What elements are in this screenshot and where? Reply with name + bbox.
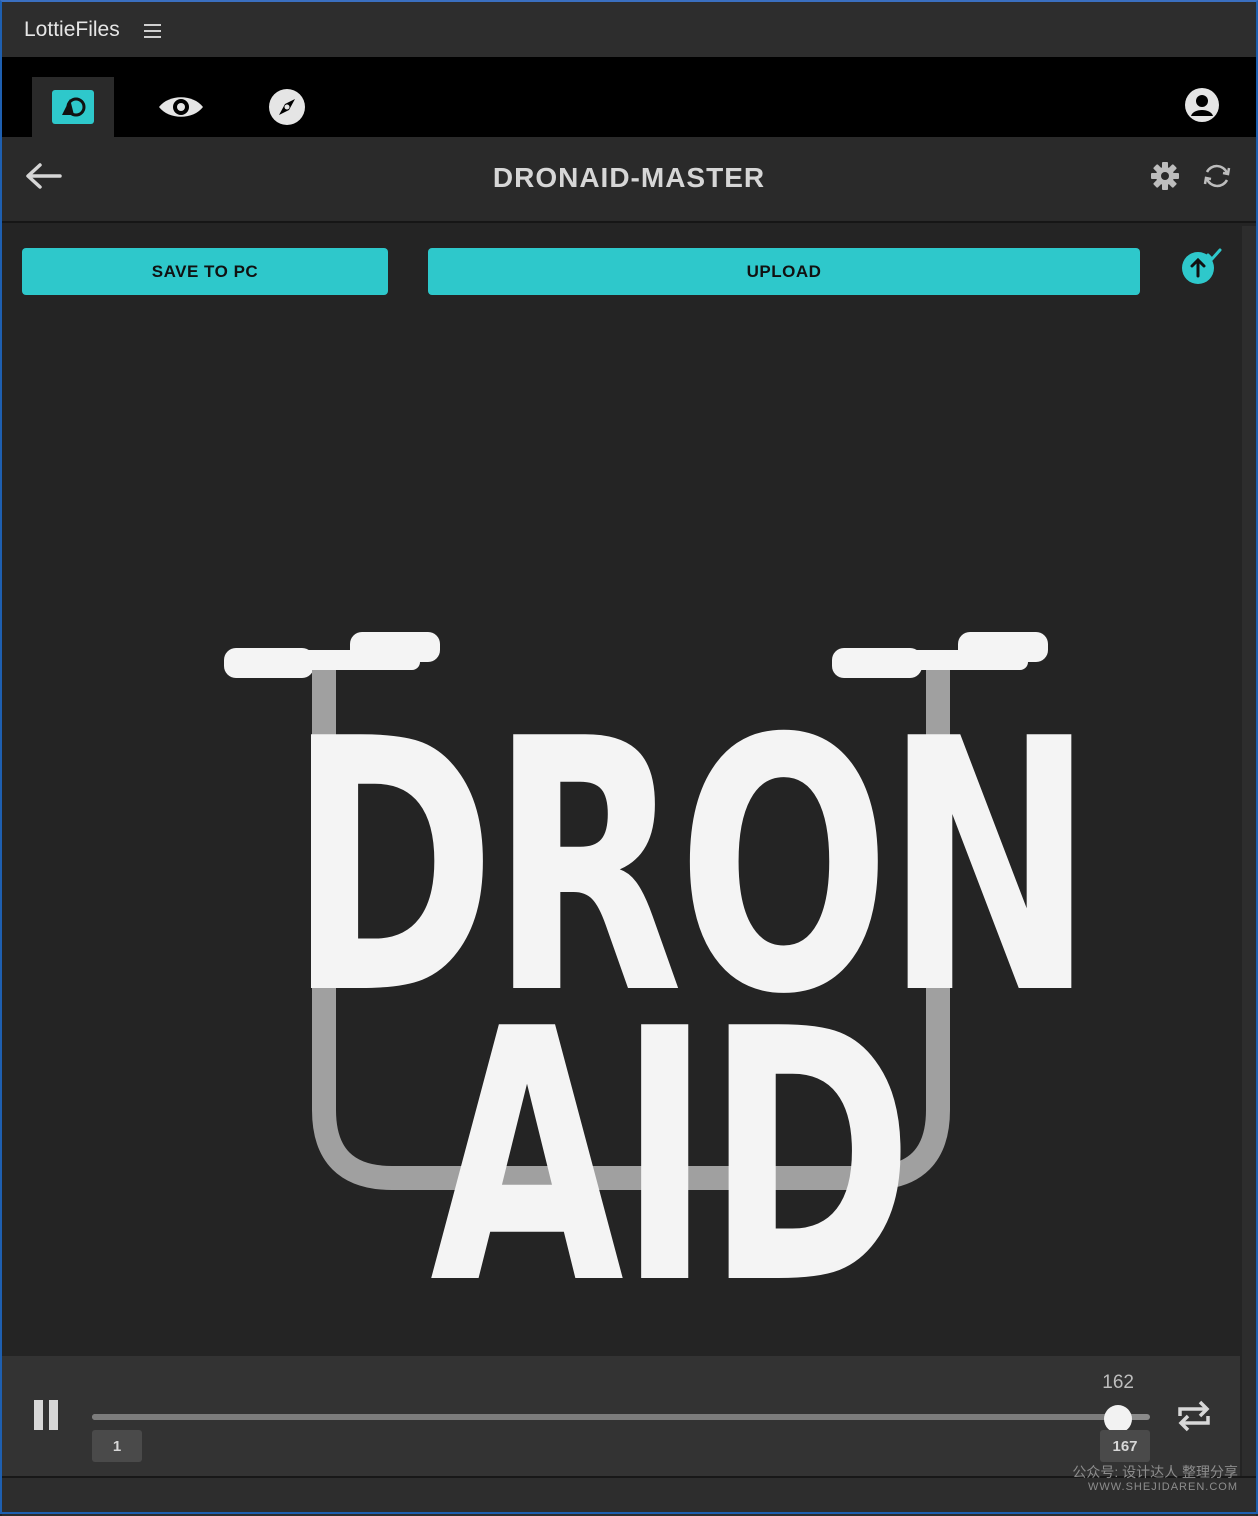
eye-icon <box>159 97 203 117</box>
upload-button[interactable]: UPLOAD <box>428 248 1140 295</box>
loop-icon[interactable] <box>1174 1396 1214 1436</box>
tab-bar <box>2 57 1256 137</box>
tab-preview[interactable] <box>140 77 222 137</box>
logo-text-aid: AID <box>430 956 914 1361</box>
animation-preview: DRON AID <box>200 600 1094 1333</box>
tab-plugin[interactable] <box>32 77 114 137</box>
refresh-icon[interactable] <box>1202 161 1232 191</box>
user-icon[interactable] <box>1184 87 1220 123</box>
watermark-title: 公众号: 设计达人 整理分享 <box>1072 1464 1238 1480</box>
project-title: DRONAID-MASTER <box>492 162 766 193</box>
save-to-pc-button[interactable]: SAVE TO PC <box>22 248 388 295</box>
project-header: DRONAID-MASTER <box>2 137 1256 223</box>
timeline-track[interactable] <box>92 1414 1150 1420</box>
upload-check-icon[interactable] <box>1178 246 1224 288</box>
watermark-url: WWW.SHEJIDAREN.COM <box>1088 1480 1238 1493</box>
timeline-thumb[interactable] <box>1104 1405 1133 1433</box>
compass-icon <box>269 89 305 125</box>
app-title: LottieFiles <box>24 18 120 41</box>
start-frame-badge[interactable]: 1 <box>92 1430 142 1462</box>
menu-icon[interactable] <box>144 24 161 38</box>
timeline-progress <box>92 1414 1119 1420</box>
bottom-panel <box>2 1476 1256 1516</box>
lottie-logo-icon <box>52 90 94 124</box>
scrollbar[interactable] <box>1242 226 1256 1476</box>
pause-icon[interactable] <box>32 1400 62 1432</box>
tab-explore[interactable] <box>246 77 328 137</box>
title-bar: LottieFiles <box>2 2 1256 57</box>
gear-icon[interactable] <box>1150 161 1180 191</box>
watermark: 公众号: 设计达人 整理分享 WWW.SHEJIDAREN.COM <box>1072 1464 1238 1494</box>
current-frame-label: 162 <box>1102 1372 1134 1393</box>
player-bar: 162 1 167 <box>2 1356 1240 1476</box>
end-frame-badge[interactable]: 167 <box>1100 1430 1150 1462</box>
